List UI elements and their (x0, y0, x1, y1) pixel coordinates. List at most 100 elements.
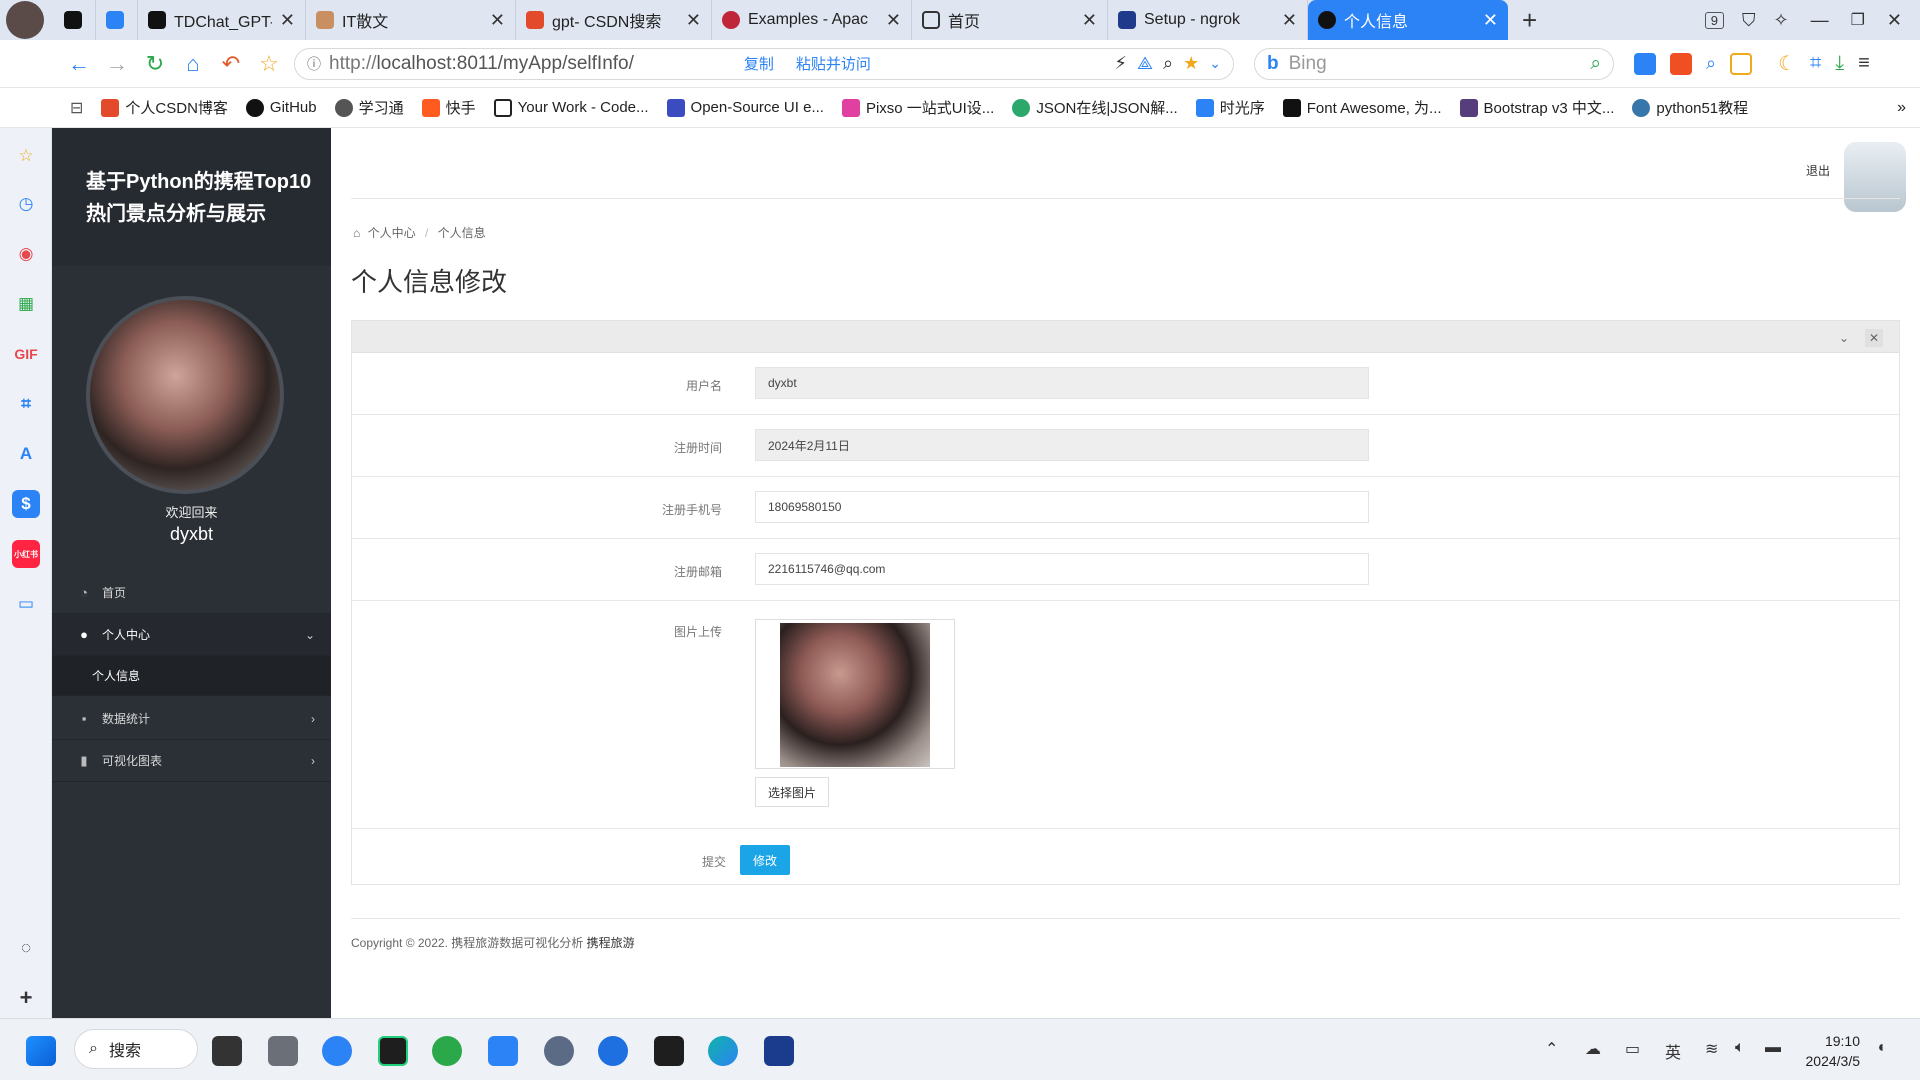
tab-1[interactable] (96, 0, 138, 40)
js-icon[interactable]: $ (12, 490, 40, 518)
star-icon[interactable]: ☆ (254, 49, 284, 79)
bookmark-item[interactable]: GitHub (245, 98, 317, 117)
history-icon[interactable]: ◷ (12, 190, 40, 218)
close-icon[interactable]: ✕ (1483, 10, 1498, 31)
close-icon[interactable]: ✕ (1082, 10, 1097, 31)
search-icon[interactable]: ⌕ (1590, 53, 1601, 75)
close-icon[interactable]: ✕ (1282, 10, 1297, 31)
app-icon[interactable] (268, 1036, 298, 1066)
browser-profile-avatar[interactable] (6, 1, 44, 39)
breadcrumb-parent[interactable]: 个人中心 (368, 226, 416, 240)
wifi-icon[interactable]: ≋ (1705, 1039, 1718, 1059)
url-field[interactable]: ⓘ http:// localhost:8011/myApp/selfInfo/… (294, 47, 1234, 80)
bookmark-item[interactable]: Bootstrap v3 中文... (1459, 97, 1614, 118)
taskbar-clock[interactable]: 19:10 2024/3/5 (1806, 1031, 1861, 1071)
pdf-icon[interactable] (1670, 52, 1692, 75)
moon-icon[interactable]: ☾ (1778, 51, 1796, 76)
tab-6[interactable]: 首页 ✕ (912, 0, 1108, 40)
search-field[interactable]: b Bing ⌕ (1254, 47, 1614, 80)
close-icon[interactable]: ✕ (280, 10, 295, 31)
terminal-icon[interactable] (654, 1036, 684, 1066)
shirt-icon[interactable]: ⛉ (1742, 10, 1756, 31)
close-icon[interactable]: ✕ (490, 10, 505, 31)
find-icon[interactable]: ⌕ (1706, 53, 1716, 74)
download-icon[interactable]: ⤓ (1835, 52, 1844, 75)
pin-icon[interactable]: ✧ (1773, 10, 1788, 31)
windows-start-icon[interactable] (26, 1036, 56, 1066)
chevron-up-icon[interactable]: ⌃ (1545, 1039, 1558, 1059)
bookmark-item[interactable]: Pixso 一站式UI设... (841, 97, 994, 118)
tab-8-active[interactable]: 个人信息 ✕ (1308, 0, 1508, 40)
tablet-icon[interactable]: ▭ (1625, 1039, 1640, 1059)
forward-icon[interactable]: → (102, 49, 132, 79)
more-bookmarks-icon[interactable]: » (1897, 99, 1906, 117)
choose-image-button[interactable]: 选择图片 (755, 777, 829, 807)
reload-icon[interactable]: ↻ (140, 49, 170, 79)
notification-icon[interactable]: ◖ (1876, 1039, 1886, 1057)
paste-go-button[interactable]: 粘贴并访问 (796, 53, 871, 74)
record-icon[interactable]: ◉ (12, 240, 40, 268)
edge-icon[interactable] (708, 1036, 738, 1066)
lightbulb-icon[interactable]: ◌ (12, 934, 40, 962)
restore-icon[interactable]: ❐ (1851, 10, 1865, 30)
monitor-icon[interactable]: ▭ (12, 590, 40, 618)
qr-icon[interactable]: ▦ (12, 290, 40, 318)
back-icon[interactable]: ← (64, 49, 94, 79)
bookmark-item[interactable]: Font Awesome, 为... (1282, 97, 1442, 118)
sidebar-item-personal-info[interactable]: 个人信息 (52, 656, 331, 696)
k-app-icon[interactable] (598, 1036, 628, 1066)
bookmark-item[interactable]: python51教程 (1632, 97, 1748, 118)
tab-7[interactable]: Setup - ngrok ✕ (1108, 0, 1308, 40)
sidebar-item-charts[interactable]: ▮ 可视化图表 › (52, 740, 331, 782)
add-icon[interactable]: + (12, 984, 40, 1012)
cloud-icon[interactable]: ☁ (1585, 1039, 1601, 1059)
window-close-icon[interactable]: ✕ (1887, 10, 1902, 31)
tab-2[interactable]: TDChat_GPT-4传 ✕ (138, 0, 306, 40)
close-icon[interactable]: ✕ (886, 10, 901, 31)
lightning-icon[interactable]: ⚡ (1114, 53, 1127, 74)
crop-icon[interactable]: ⌗ (12, 390, 40, 418)
gif-icon[interactable]: GIF (12, 340, 40, 368)
sidebar-item-data-stats[interactable]: ▪ 数据统计 › (52, 698, 331, 740)
chevron-down-icon[interactable]: ⌄ (1209, 55, 1221, 72)
bookmark-item[interactable]: Your Work - Code... (493, 98, 649, 117)
tab-0[interactable] (54, 0, 96, 40)
phone-field[interactable]: 18069580150 (755, 491, 1369, 523)
apps-icon[interactable] (1730, 52, 1753, 75)
close-icon[interactable]: ✕ (686, 10, 701, 31)
battery-icon[interactable]: ▬ (1765, 1039, 1781, 1057)
sidebar-item-personal-center[interactable]: ● 个人中心 ⌄ (52, 614, 331, 656)
favorites-icon[interactable]: ☆ (12, 142, 40, 170)
crop-icon[interactable]: ⌗ (1810, 52, 1821, 75)
task-view-icon[interactable] (212, 1036, 242, 1066)
bookmark-item[interactable]: JSON在线|JSON解... (1012, 97, 1178, 118)
notepad-icon[interactable] (488, 1036, 518, 1066)
share-icon[interactable]: ⟁ (1137, 53, 1153, 74)
tab-5[interactable]: Examples - Apac ✕ (712, 0, 912, 40)
logout-link[interactable]: 退出 (1806, 162, 1830, 179)
tab-3[interactable]: IT散文 ✕ (306, 0, 516, 40)
tab-4[interactable]: gpt- CSDN搜索 ✕ (516, 0, 712, 40)
menu-icon[interactable]: ≡ (1858, 52, 1870, 75)
footer-link[interactable]: 携程旅游 (587, 936, 635, 950)
favorite-icon[interactable]: ★ (1183, 53, 1199, 74)
bookmark-item[interactable]: 快手 (421, 97, 476, 118)
home-icon[interactable]: ⌂ (353, 226, 360, 240)
undo-icon[interactable]: ↶ (216, 49, 246, 79)
bookmark-item[interactable]: 时光序 (1195, 97, 1265, 118)
modify-button[interactable]: 修改 (740, 845, 790, 875)
devcpp-icon[interactable] (764, 1036, 794, 1066)
taskbar-search[interactable]: ⌕ 搜索 (74, 1029, 198, 1069)
close-icon[interactable]: ✕ (1865, 329, 1883, 347)
browser-icon[interactable] (322, 1036, 352, 1066)
tab-count-badge[interactable]: 9 (1704, 11, 1724, 29)
xiaohongshu-icon[interactable]: 小红书 (12, 540, 40, 568)
email-field[interactable]: 2216115746@qq.com (755, 553, 1369, 585)
pycharm-icon[interactable] (378, 1036, 408, 1066)
bookmark-item[interactable]: 个人CSDN博客 (101, 97, 228, 118)
volume-icon[interactable]: 🔈︎ (1735, 1039, 1745, 1057)
bookmark-item[interactable]: 学习通 (334, 97, 404, 118)
bookmark-item[interactable]: Open-Source UI e... (666, 98, 824, 117)
chevron-down-icon[interactable]: ⌄ (1835, 329, 1853, 347)
sidebar-item-home[interactable]: ◔ 首页 (52, 572, 331, 614)
